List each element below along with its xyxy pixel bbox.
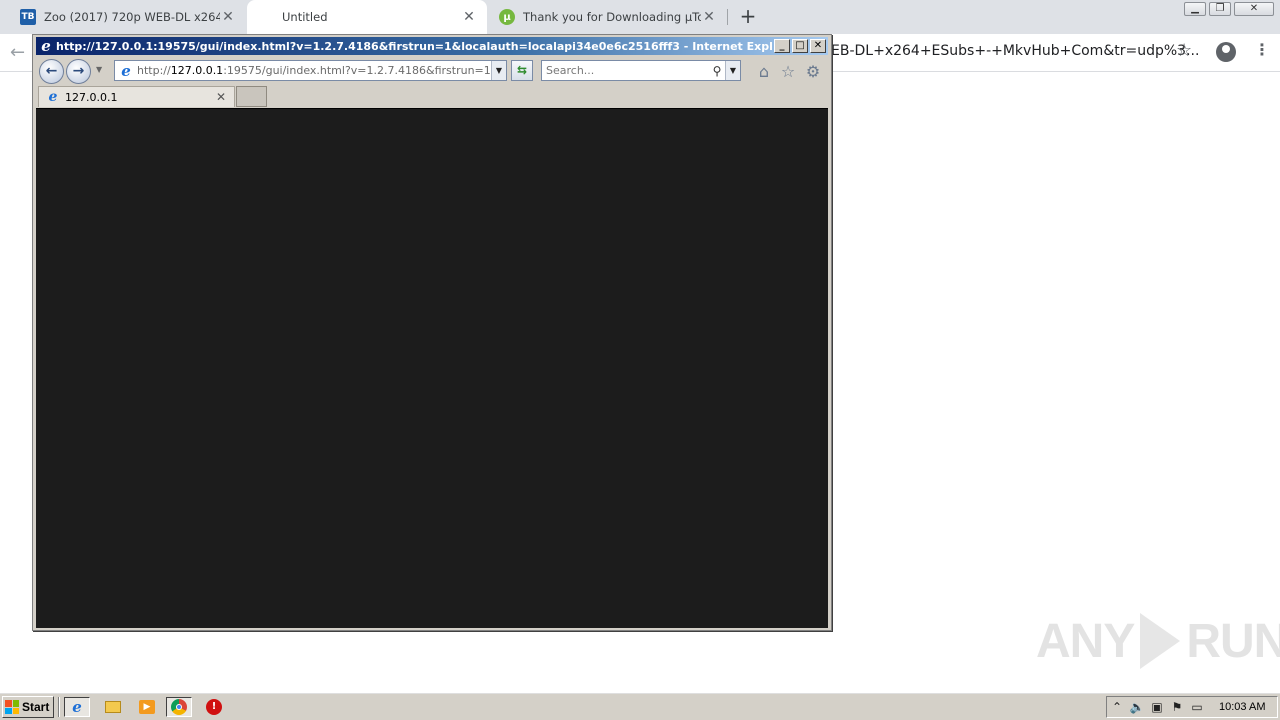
search-icon[interactable]: ⚲ bbox=[709, 64, 725, 78]
chrome-tab-label: Zoo (2017) 720p WEB-DL x264 ESubs - MkvH… bbox=[44, 10, 220, 24]
new-tab-button[interactable]: + bbox=[737, 6, 759, 28]
chrome-tab-label: Untitled bbox=[282, 10, 328, 24]
taskbar-clock[interactable]: 10:03 AM bbox=[1219, 701, 1265, 713]
profile-avatar-icon[interactable] bbox=[1216, 42, 1236, 62]
url-scheme: http:// bbox=[137, 64, 171, 77]
back-arrow-icon[interactable]: ← bbox=[10, 42, 25, 63]
search-dropdown-icon[interactable]: ▼ bbox=[725, 61, 740, 80]
ie-new-tab-button[interactable] bbox=[236, 86, 267, 107]
ie-title-bar[interactable]: e http://127.0.0.1:19575/gui/index.html?… bbox=[36, 37, 828, 55]
tab-separator bbox=[727, 9, 728, 25]
ie-logo-icon: e bbox=[41, 37, 51, 55]
anyrun-watermark: ANY RUN bbox=[1036, 606, 1280, 676]
close-tab-icon[interactable]: ✕ bbox=[461, 9, 477, 25]
network-icon[interactable]: ▣ bbox=[1147, 700, 1167, 714]
tb-favicon-icon: TB bbox=[20, 9, 36, 25]
blank-tray-icon: ▭ bbox=[1191, 700, 1203, 714]
close-tab-icon[interactable]: ✕ bbox=[701, 9, 717, 25]
stop-icon[interactable]: ! bbox=[201, 697, 227, 717]
chrome-restore-button[interactable]: ❐ bbox=[1209, 2, 1231, 16]
system-tray: ⌃ 🔈 ▣ ⚑ ▭ 10:03 AM bbox=[1106, 696, 1278, 718]
menu-dots-icon[interactable]: ⋮ bbox=[1254, 40, 1270, 59]
ie-page-icon: e bbox=[48, 89, 58, 105]
ie-taskbar-icon[interactable]: e bbox=[64, 697, 90, 717]
ie-address-input[interactable]: http://127.0.0.1:19575/gui/index.html?v=… bbox=[137, 64, 491, 77]
ie-page-content[interactable] bbox=[36, 108, 828, 628]
ie-minimize-button[interactable]: _ bbox=[774, 39, 790, 53]
volume-icon[interactable]: 🔈 bbox=[1127, 700, 1147, 714]
chrome-taskbar-icon[interactable] bbox=[166, 697, 192, 717]
start-label: Start bbox=[22, 700, 50, 714]
chrome-minimize-button[interactable]: ▁ bbox=[1184, 2, 1206, 16]
home-icon[interactable]: ⌂ bbox=[754, 62, 774, 82]
url-host: 127.0.0.1 bbox=[170, 64, 224, 77]
chrome-tab-untitled[interactable]: Untitled ✕ bbox=[247, 0, 487, 34]
gear-icon[interactable]: ⚙ bbox=[803, 62, 823, 82]
chrome-tab-utorrent[interactable]: µ Thank you for Downloading µTorrent ✕ bbox=[487, 0, 727, 34]
chrome-close-button[interactable]: ✕ bbox=[1234, 2, 1274, 16]
recent-pages-dropdown-icon[interactable]: ▼ bbox=[96, 65, 102, 74]
folder-icon[interactable] bbox=[100, 697, 126, 717]
ie-address-bar[interactable]: e http://127.0.0.1:19575/gui/index.html?… bbox=[114, 60, 507, 81]
windows-logo-icon bbox=[5, 700, 19, 714]
ie-window-title: http://127.0.0.1:19575/gui/index.html?v=… bbox=[56, 39, 772, 53]
chrome-tab-strip: TB Zoo (2017) 720p WEB-DL x264 ESubs - M… bbox=[0, 0, 1280, 34]
ie-search-box[interactable]: ⚲ ▼ bbox=[541, 60, 741, 81]
ie-page-icon: e bbox=[121, 61, 131, 80]
address-dropdown-icon[interactable]: ▼ bbox=[491, 61, 506, 80]
close-tab-icon[interactable]: ✕ bbox=[220, 9, 236, 25]
watermark-text-right: RUN bbox=[1186, 614, 1280, 668]
ie-close-button[interactable]: ✕ bbox=[810, 39, 826, 53]
ie-forward-button[interactable]: → bbox=[66, 59, 91, 84]
ie-tab-label: 127.0.0.1 bbox=[65, 90, 118, 104]
ie-search-input[interactable] bbox=[542, 64, 709, 77]
chrome-address-text[interactable]: EB-DL+x264+ESubs+-+MkvHub+Com&tr=udp%3..… bbox=[831, 43, 1199, 59]
taskbar: Start e ▶ ! ⌃ 🔈 ▣ ⚑ ▭ 10:03 AM bbox=[0, 692, 1280, 720]
chrome-tab-label: Thank you for Downloading µTorrent bbox=[523, 10, 701, 24]
play-triangle-icon bbox=[1140, 613, 1181, 669]
ie-navigation-bar: ← → ▼ e http://127.0.0.1:19575/gui/index… bbox=[36, 56, 828, 86]
ie-tab-bar: e 127.0.0.1 ✕ bbox=[36, 86, 828, 107]
ie-refresh-button[interactable]: ⇆ bbox=[511, 60, 533, 81]
media-player-icon[interactable]: ▶ bbox=[134, 697, 160, 717]
ie-window: e http://127.0.0.1:19575/gui/index.html?… bbox=[32, 34, 832, 631]
bookmark-star-icon[interactable]: ☆ bbox=[1176, 40, 1192, 61]
action-center-flag-icon[interactable]: ⚑ bbox=[1167, 700, 1187, 714]
start-button[interactable]: Start bbox=[2, 696, 54, 718]
ie-back-button[interactable]: ← bbox=[39, 59, 64, 84]
url-path: :19575/gui/index.html?v=1.2.7.4186&first… bbox=[223, 64, 491, 77]
show-hidden-icons-icon[interactable]: ⌃ bbox=[1107, 700, 1127, 714]
ie-tab[interactable]: e 127.0.0.1 ✕ bbox=[38, 86, 235, 107]
chrome-tab-zoo[interactable]: TB Zoo (2017) 720p WEB-DL x264 ESubs - M… bbox=[0, 0, 246, 34]
utorrent-favicon-icon: µ bbox=[499, 9, 515, 25]
ie-maximize-button[interactable]: □ bbox=[792, 39, 808, 53]
taskbar-separator bbox=[58, 697, 60, 717]
favorites-star-icon[interactable]: ☆ bbox=[778, 62, 798, 82]
close-tab-icon[interactable]: ✕ bbox=[214, 90, 228, 104]
watermark-text-left: ANY bbox=[1036, 614, 1135, 668]
